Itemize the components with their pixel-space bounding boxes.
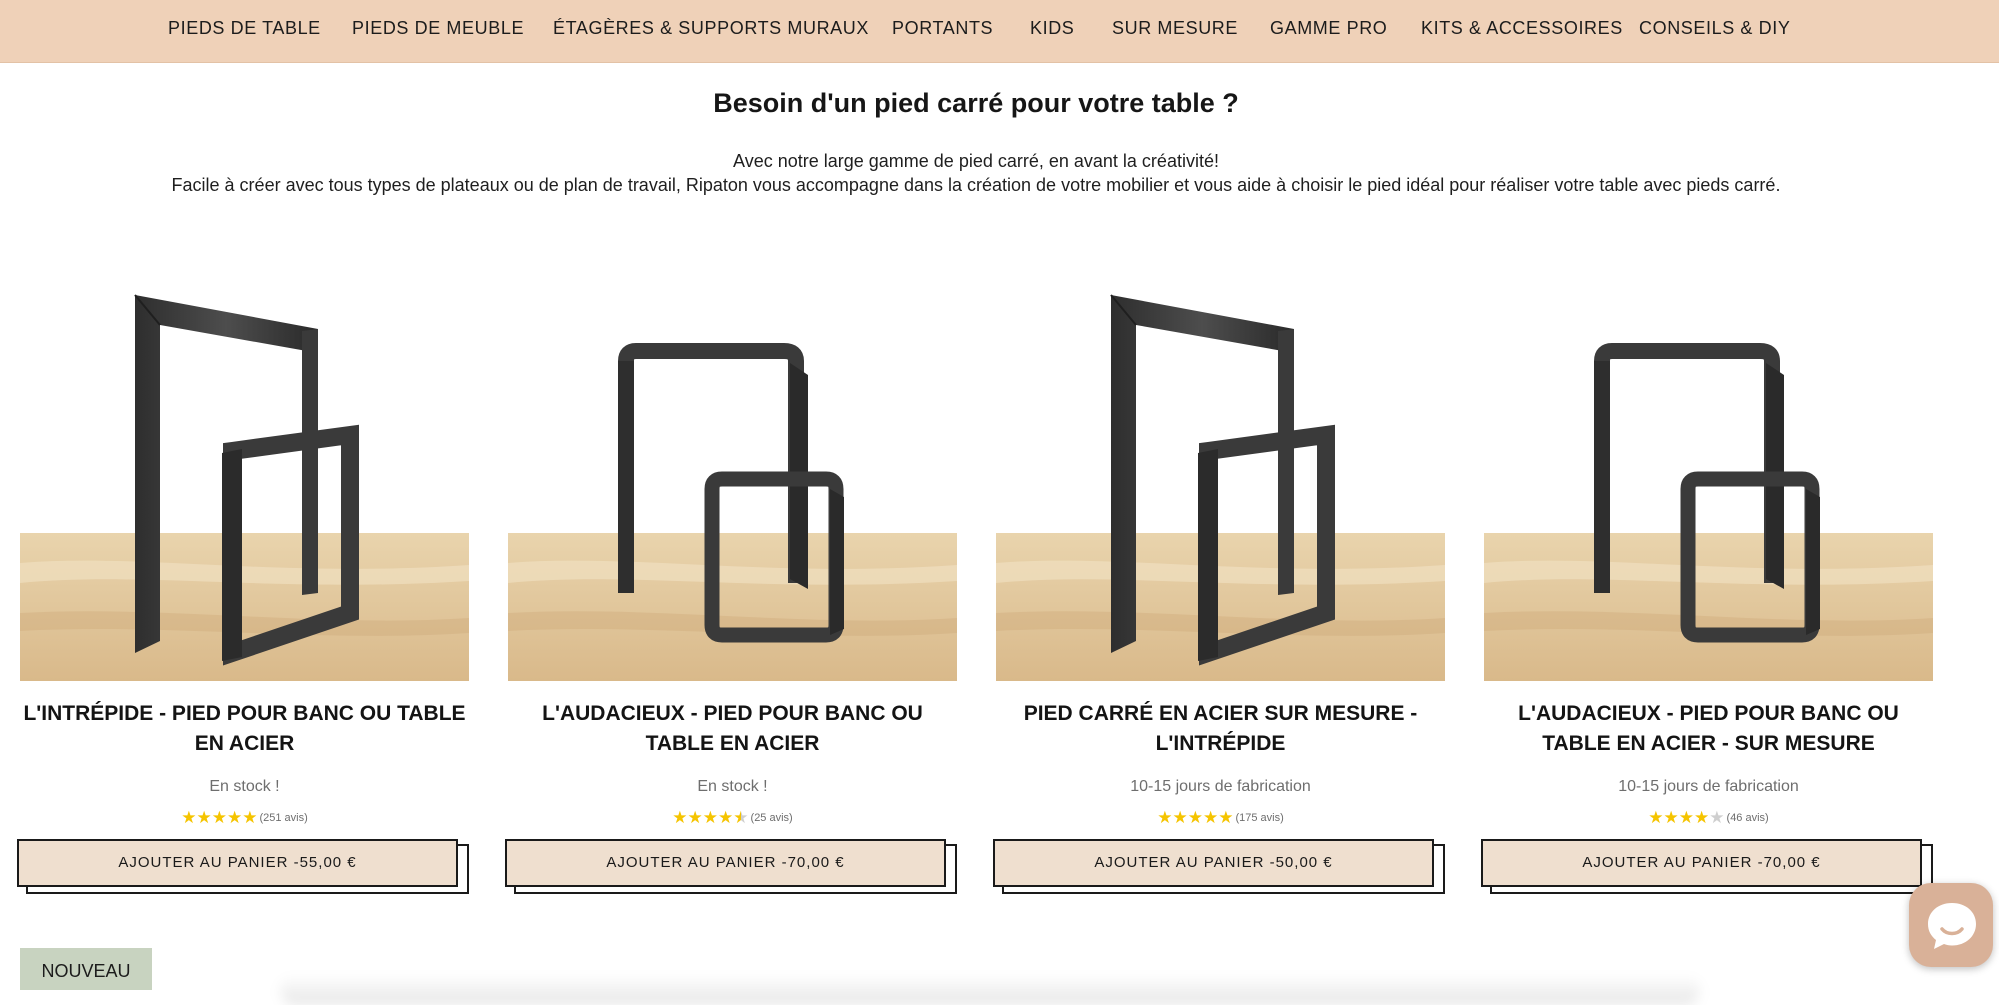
product-rating: ★★★★★ (46 avis) bbox=[1484, 808, 1933, 828]
chat-button[interactable] bbox=[1909, 883, 1993, 967]
star-icon: ★ bbox=[1678, 808, 1695, 828]
star-icon: ★ bbox=[196, 808, 212, 828]
nav-item-kits-accessoires[interactable]: KITS & ACCESSOIRES bbox=[1421, 0, 1623, 56]
product-availability: En stock ! bbox=[697, 778, 768, 795]
star-icon: ★ bbox=[211, 808, 227, 828]
product-availability: 10-15 jours de fabrication bbox=[1130, 778, 1311, 795]
add-to-cart-button[interactable]: AJOUTER AU PANIER -55,00 € bbox=[17, 839, 458, 887]
star-icon: ★ bbox=[1218, 808, 1234, 828]
nav-item-sur-mesure[interactable]: SUR MESURE bbox=[1112, 0, 1238, 56]
nav-item-etageres-supports[interactable]: ÉTAGÈRES & SUPPORTS MURAUX bbox=[553, 0, 869, 56]
star-icon: ★ bbox=[718, 808, 734, 828]
star-icon: ★ bbox=[702, 808, 719, 828]
page-headline: Besoin d'un pied carré pour votre table … bbox=[713, 88, 1239, 118]
chat-bubble-icon bbox=[1928, 903, 1976, 949]
star-icon: ★ bbox=[242, 808, 258, 828]
review-count: (251 avis) bbox=[259, 812, 308, 825]
product-image[interactable] bbox=[996, 233, 1445, 681]
star-empty-icon: ★ bbox=[1709, 808, 1725, 828]
star-icon: ★ bbox=[1648, 808, 1664, 828]
rating-stars: ★★★★★ bbox=[1648, 808, 1724, 828]
product-availability: 10-15 jours de fabrication bbox=[1618, 778, 1799, 795]
product-title[interactable]: L'audacieux - Pied pour banc ou table en… bbox=[508, 699, 957, 759]
review-count: (46 avis) bbox=[1726, 812, 1769, 825]
new-badge: NOUVEAU bbox=[20, 948, 152, 990]
product-image[interactable] bbox=[508, 233, 957, 681]
product-title[interactable]: L'intrépide - Pied pour banc ou table en… bbox=[20, 699, 469, 759]
rating-stars: ★★★★★ bbox=[1157, 808, 1233, 828]
star-icon: ★ bbox=[1157, 808, 1173, 828]
nav-item-gamme-pro[interactable]: GAMME PRO bbox=[1270, 0, 1387, 56]
star-icon: ★ bbox=[687, 808, 703, 828]
product-card[interactable]: L'audacieux - Pied pour banc ou table en… bbox=[505, 233, 957, 903]
product-rating: ★★★★★ (251 avis) bbox=[20, 808, 469, 828]
product-image[interactable] bbox=[20, 233, 469, 681]
product-image[interactable] bbox=[1484, 233, 1933, 681]
add-to-cart-button[interactable]: AJOUTER AU PANIER -70,00 € bbox=[1481, 839, 1922, 887]
star-icon: ★ bbox=[1172, 808, 1188, 828]
review-count: (25 avis) bbox=[750, 812, 793, 825]
add-to-cart-button[interactable]: AJOUTER AU PANIER -50,00 € bbox=[993, 839, 1434, 887]
product-rating: ★★★★★ (25 avis) bbox=[508, 808, 957, 828]
star-icon: ★ bbox=[181, 808, 197, 828]
star-icon: ★ bbox=[1202, 808, 1219, 828]
next-row-shadow bbox=[280, 975, 1700, 1005]
nav-item-kids[interactable]: KIDS bbox=[1030, 0, 1074, 56]
star-icon: ★ bbox=[1187, 808, 1203, 828]
product-card[interactable]: L'audacieux - Pied pour banc ou table en… bbox=[1481, 233, 1933, 903]
review-count: (175 avis) bbox=[1235, 812, 1284, 825]
intro-line-1: Avec notre large gamme de pied carré, en… bbox=[733, 151, 1219, 171]
star-icon: ★ bbox=[226, 808, 243, 828]
star-icon: ★ bbox=[1663, 808, 1679, 828]
product-availability: En stock ! bbox=[209, 778, 280, 795]
product-title[interactable]: Pied carré en acier sur mesure - L'intré… bbox=[996, 699, 1445, 759]
nav-item-pieds-de-table[interactable]: PIEDS DE TABLE bbox=[168, 0, 321, 56]
nav-item-pieds-de-meuble[interactable]: PIEDS DE MEUBLE bbox=[352, 0, 524, 56]
nav-item-portants[interactable]: PORTANTS bbox=[892, 0, 993, 56]
product-card[interactable]: Pied carré en acier sur mesure - L'intré… bbox=[993, 233, 1445, 903]
add-to-cart-button[interactable]: AJOUTER AU PANIER -70,00 € bbox=[505, 839, 946, 887]
nav-item-conseils-diy[interactable]: CONSEILS & DIY bbox=[1639, 0, 1790, 56]
intro-line-2: Facile à créer avec tous types de platea… bbox=[171, 175, 1781, 195]
star-half-icon: ★ bbox=[733, 808, 749, 828]
star-icon: ★ bbox=[1694, 808, 1710, 828]
product-title[interactable]: L'audacieux - Pied pour banc ou table en… bbox=[1484, 699, 1933, 759]
star-icon: ★ bbox=[672, 808, 688, 828]
rating-stars: ★★★★★ bbox=[672, 808, 748, 828]
rating-stars: ★★★★★ bbox=[181, 808, 257, 828]
product-card[interactable]: L'intrépide - Pied pour banc ou table en… bbox=[17, 233, 469, 903]
top-navigation: PIEDS DE TABLE PIEDS DE MEUBLE ÉTAGÈRES … bbox=[0, 0, 1999, 63]
product-rating: ★★★★★ (175 avis) bbox=[996, 808, 1445, 828]
